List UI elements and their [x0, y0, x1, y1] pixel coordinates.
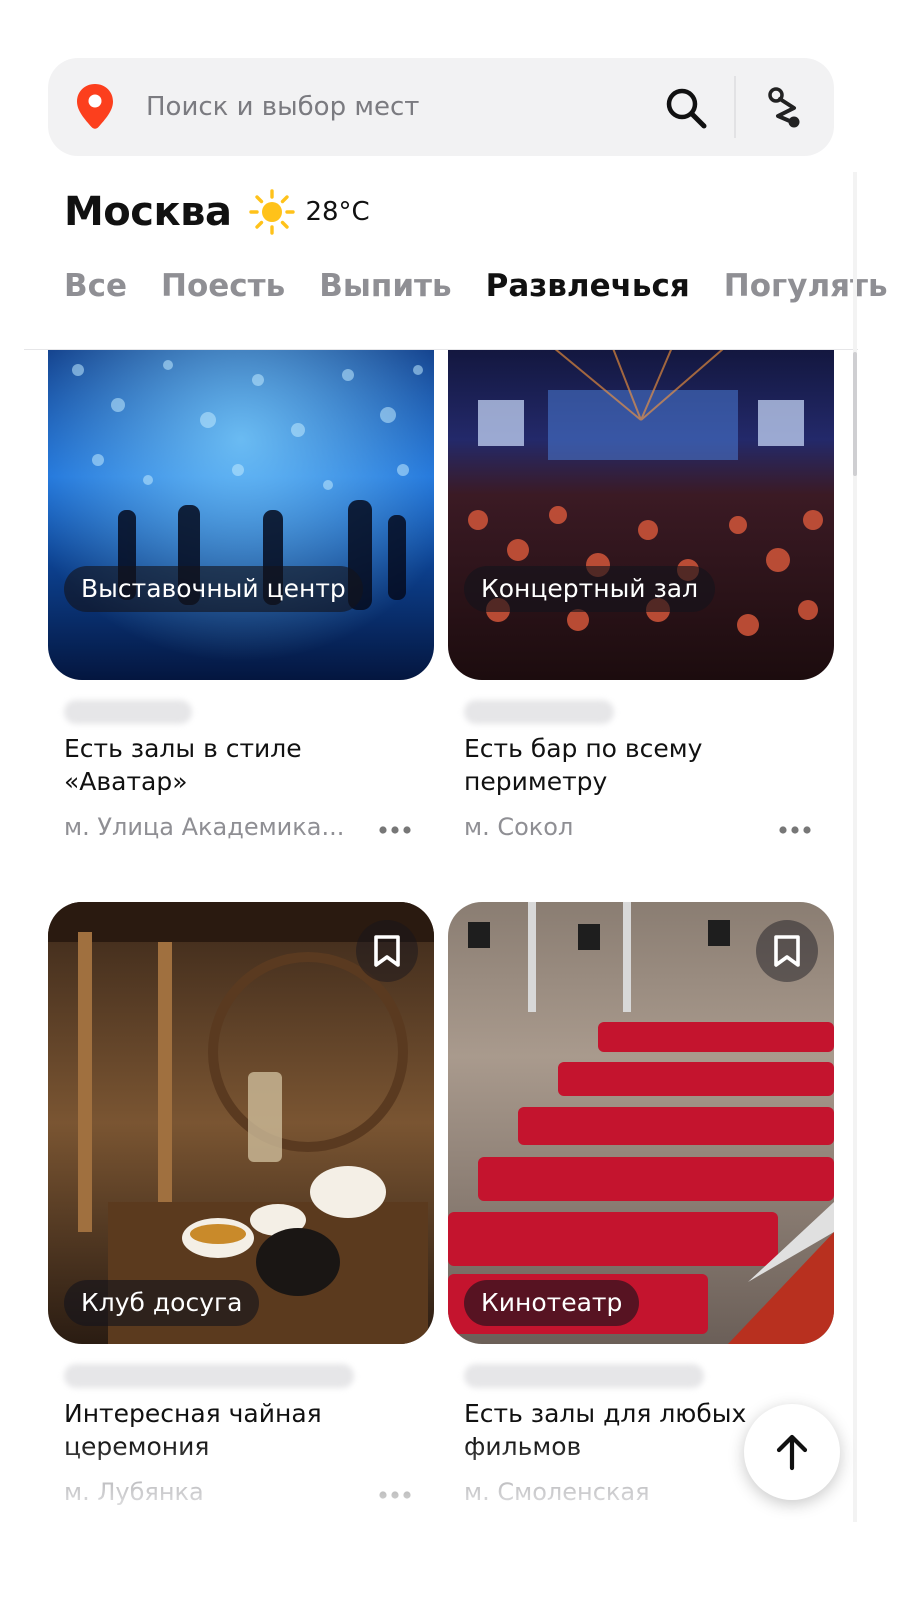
more-icon[interactable]: [378, 825, 412, 835]
more-icon[interactable]: [778, 825, 812, 835]
tab-drink[interactable]: Выпить: [319, 268, 451, 304]
temperature: 28°C: [305, 197, 370, 227]
category-chip: Концертный зал: [464, 566, 716, 612]
metro-station: м. Лубянка: [64, 1478, 204, 1506]
search-bar[interactable]: Поиск и выбор мест: [48, 58, 834, 156]
search-divider: [734, 76, 736, 138]
scroll-to-top-button[interactable]: [744, 1404, 840, 1500]
place-photo: Клуб досуга: [48, 902, 434, 1344]
bookmark-icon: [374, 935, 400, 967]
place-name: [464, 700, 614, 724]
tab-entertainment[interactable]: Развлечься: [486, 268, 690, 304]
place-description: Есть залы в стиле «Аватар»: [64, 734, 302, 796]
scrollbar-thumb[interactable]: [853, 352, 857, 476]
bookmark-icon: [774, 935, 800, 967]
arrow-up-icon: [776, 1434, 808, 1471]
place-photo: Концертный зал: [448, 350, 834, 680]
category-chip: Выставочный центр: [64, 566, 363, 612]
more-icon[interactable]: [378, 1490, 412, 1500]
route-icon[interactable]: [766, 86, 808, 130]
places-feed: Выставочный центр Есть залы в стиле «Ава…: [0, 350, 852, 1522]
place-name: [464, 1364, 704, 1388]
place-description: Есть бар по всему периметру: [464, 734, 703, 796]
metro-station: м. Улица Академика...: [64, 813, 345, 841]
metro-station: м. Смоленская: [464, 1478, 650, 1506]
search-icon[interactable]: [664, 86, 708, 130]
place-name: [64, 700, 192, 724]
map-pin-icon: [77, 84, 113, 129]
bookmark-button[interactable]: [356, 920, 418, 982]
place-photo: Кинотеатр: [448, 902, 834, 1344]
metro-station: м. Сокол: [464, 813, 574, 841]
tab-all[interactable]: Все: [64, 268, 127, 304]
place-description: Интересная чайная церемония: [64, 1399, 322, 1461]
place-name: [64, 1364, 354, 1388]
tab-walk[interactable]: Погулять: [724, 268, 888, 304]
place-photo: Выставочный центр: [48, 350, 434, 680]
bookmark-button[interactable]: [756, 920, 818, 982]
category-chip: Кинотеатр: [464, 1280, 640, 1326]
category-tabs: Все Поесть Выпить Развлечься Погулять: [64, 268, 888, 304]
category-chip: Клуб досуга: [64, 1280, 260, 1326]
sun-icon: [249, 189, 296, 235]
search-input[interactable]: Поиск и выбор мест: [146, 58, 419, 156]
tab-eat[interactable]: Поесть: [161, 268, 285, 304]
city-weather-row: Москва 28°C: [64, 185, 370, 239]
city-name: Москва: [64, 189, 232, 235]
